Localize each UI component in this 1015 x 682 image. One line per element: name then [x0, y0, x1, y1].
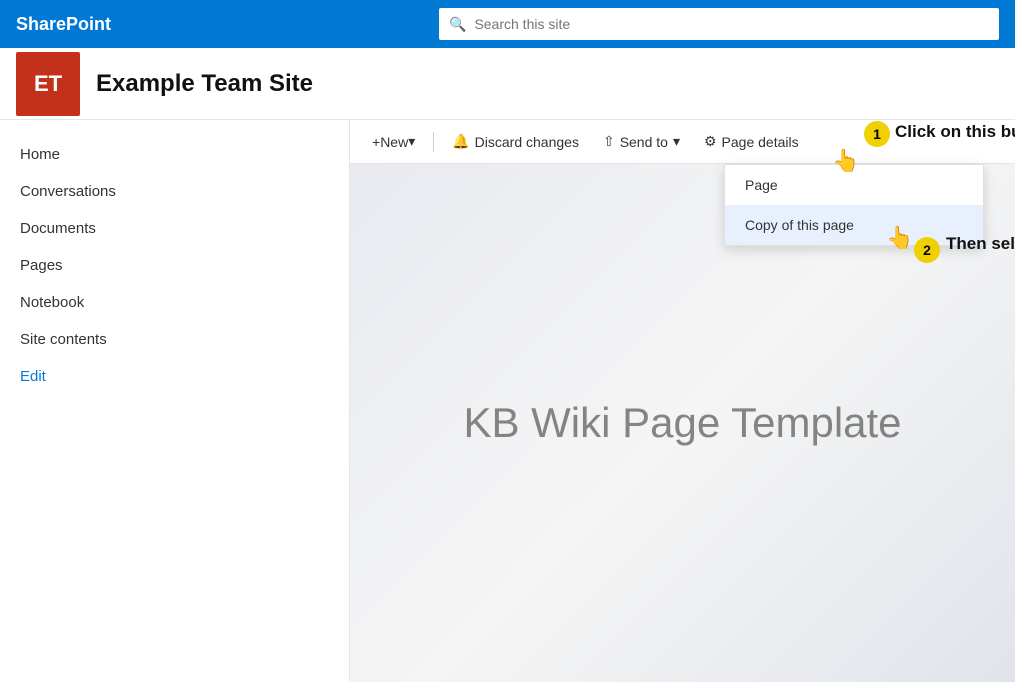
page-title: KB Wiki Page Template	[463, 399, 901, 447]
sidebar-item-conversations[interactable]: Conversations	[0, 173, 349, 210]
sidebar-item-site-contents[interactable]: Site contents	[0, 321, 349, 358]
discard-changes-button[interactable]: 🔔 Discard changes	[442, 128, 589, 155]
annotation-text-1: Click on this button first	[895, 122, 1015, 142]
dropdown-item-copy-of-this-page[interactable]: Copy of this page	[725, 205, 983, 245]
site-logo: ET	[16, 52, 80, 116]
search-bar[interactable]: 🔍	[439, 8, 999, 40]
annotation-badge-1: 1	[864, 121, 890, 147]
content-area: + New ▾ 🔔 Discard changes ⇧ Send to ▾ ⚙ …	[350, 120, 1015, 682]
sidebar-item-pages[interactable]: Pages	[0, 247, 349, 284]
discard-icon: 🔔	[452, 133, 469, 150]
sidebar-item-documents[interactable]: Documents	[0, 210, 349, 247]
gear-icon: ⚙	[704, 133, 717, 150]
sidebar-item-edit[interactable]: Edit	[0, 358, 349, 395]
new-chevron-icon: ▾	[408, 133, 415, 150]
main-layout: Home Conversations Documents Pages Noteb…	[0, 120, 1015, 682]
search-input[interactable]	[474, 16, 989, 32]
send-to-button[interactable]: ⇧ Send to ▾	[593, 128, 690, 155]
plus-icon: +	[372, 134, 380, 150]
sidebar: Home Conversations Documents Pages Noteb…	[0, 120, 350, 682]
sharepoint-brand: SharePoint	[16, 14, 111, 35]
new-button[interactable]: + New ▾	[362, 128, 425, 155]
annotation-badge-2: 2	[914, 237, 940, 263]
topbar: SharePoint 🔍	[0, 0, 1015, 48]
page-details-label: Page details	[722, 134, 799, 150]
toolbar-separator-1	[433, 132, 434, 152]
site-header: ET Example Team Site	[0, 48, 1015, 120]
sidebar-item-notebook[interactable]: Notebook	[0, 284, 349, 321]
discard-changes-label: Discard changes	[475, 134, 579, 150]
send-to-chevron-icon: ▾	[673, 133, 680, 150]
dropdown-item-page[interactable]: Page	[725, 165, 983, 205]
send-to-label: Send to	[620, 134, 668, 150]
annotation-text-2: Then select this option	[946, 234, 1015, 254]
sidebar-item-home[interactable]: Home	[0, 136, 349, 173]
share-icon: ⇧	[603, 133, 615, 150]
new-dropdown: Page Copy of this page	[724, 164, 984, 246]
page-details-button[interactable]: ⚙ Page details	[694, 128, 809, 155]
new-label: New	[380, 134, 408, 150]
search-icon: 🔍	[449, 16, 466, 33]
site-title: Example Team Site	[96, 70, 313, 98]
